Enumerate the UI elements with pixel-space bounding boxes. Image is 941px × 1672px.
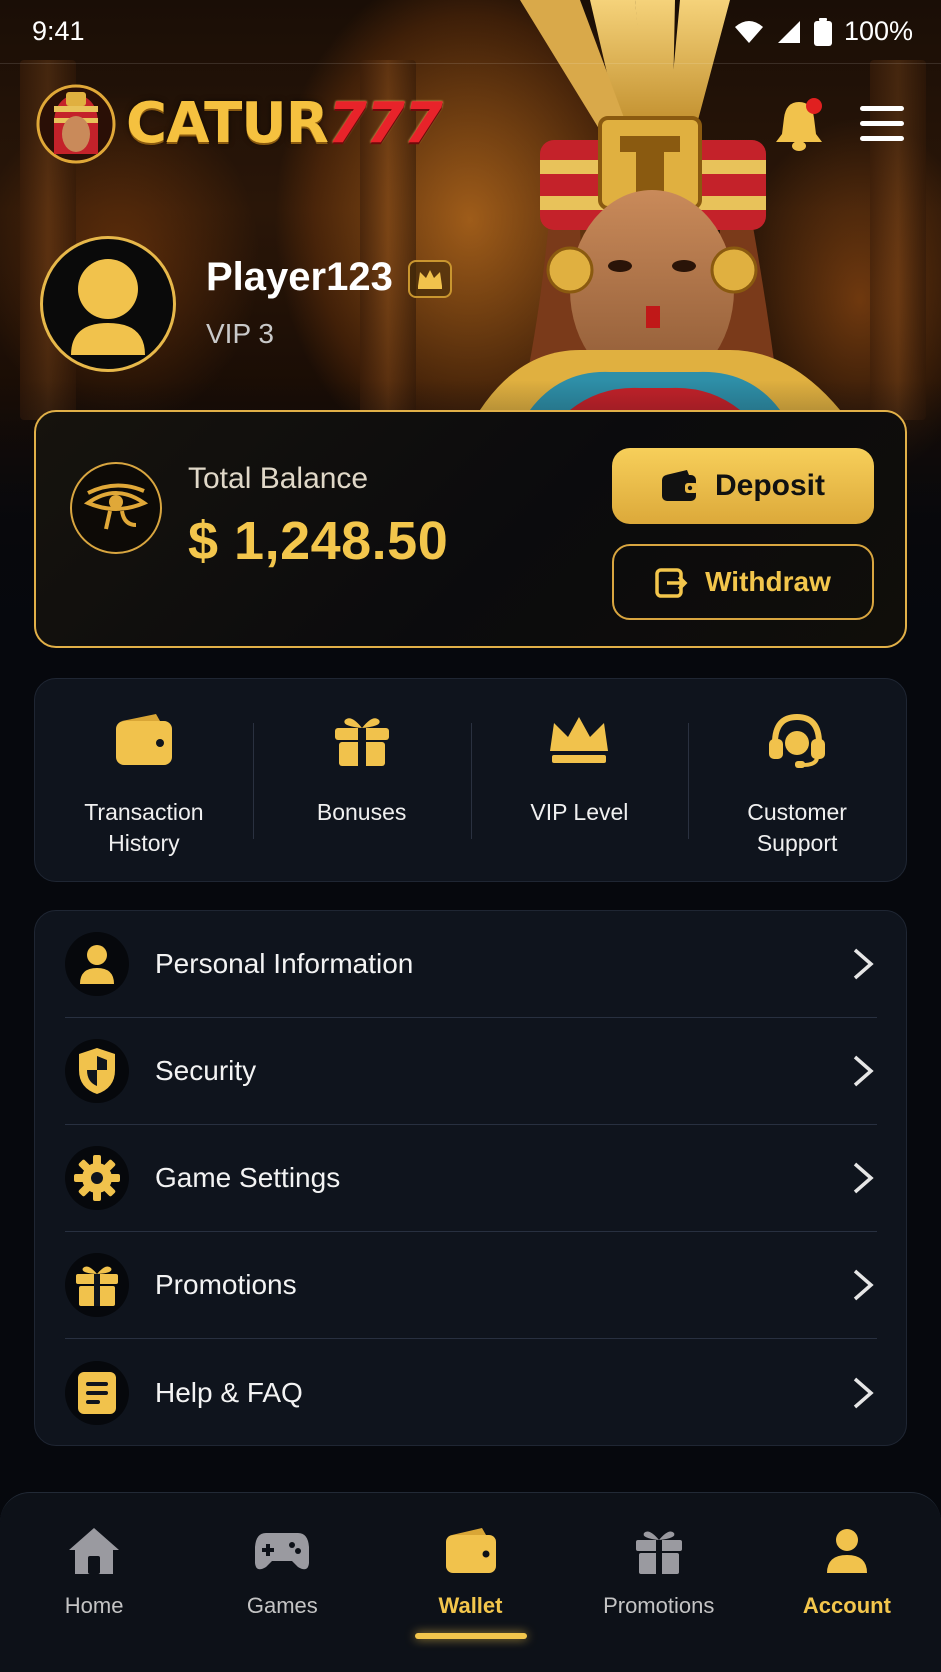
gamepad-icon <box>252 1523 312 1579</box>
account-menu: Personal Information Security Game Setti… <box>34 910 907 1446</box>
eye-of-horus-badge <box>70 462 162 554</box>
user-icon <box>65 932 129 996</box>
app-header: CATUR777 <box>36 84 906 174</box>
menu-line <box>860 121 904 126</box>
hamburger-menu-button[interactable] <box>860 104 908 144</box>
label-line: History <box>108 830 180 856</box>
quick-action-transaction-history[interactable]: Transaction History <box>35 679 253 881</box>
label-line: Transaction <box>84 799 204 825</box>
nav-label: Account <box>802 1593 891 1618</box>
nav-label: Games <box>246 1593 318 1618</box>
user-avatar-icon <box>71 259 145 355</box>
withdraw-button[interactable]: Withdraw <box>612 544 874 620</box>
menu-item-label: Help & FAQ <box>155 1376 303 1408</box>
quick-actions: Transaction History Bonuses VIP Level Cu… <box>34 678 907 882</box>
chevron-right-icon <box>853 1055 874 1087</box>
avatar[interactable] <box>40 236 176 372</box>
wallet-icon <box>441 1523 501 1579</box>
vip-crown-badge <box>408 260 452 298</box>
nav-label: Home <box>64 1593 124 1618</box>
nav-label: Promotions <box>603 1593 715 1618</box>
menu-item-security[interactable]: Security <box>65 1018 877 1125</box>
nav-item-wallet[interactable]: Wallet <box>376 1493 564 1672</box>
user-icon <box>817 1523 877 1579</box>
active-tab-indicator <box>414 1633 527 1639</box>
battery-icon <box>813 17 832 46</box>
chevron-right-icon <box>853 1269 874 1301</box>
quick-action-label: Transaction History <box>49 797 239 859</box>
shield-icon <box>65 1039 129 1103</box>
menu-item-promotions[interactable]: Promotions <box>65 1232 877 1339</box>
menu-item-label: Personal Information <box>155 948 414 979</box>
gift-icon <box>629 1523 689 1579</box>
nav-item-games[interactable]: Games <box>188 1493 376 1672</box>
deposit-label: Deposit <box>714 469 825 502</box>
app-logo[interactable]: CATUR777 <box>36 84 443 164</box>
nav-item-promotions[interactable]: Promotions <box>565 1493 753 1672</box>
nav-label: Wallet <box>438 1593 503 1618</box>
nav-item-home[interactable]: Home <box>0 1493 188 1672</box>
crown-icon <box>418 270 442 289</box>
home-icon <box>64 1523 124 1579</box>
headset-icon <box>766 709 828 771</box>
menu-item-label: Game Settings <box>155 1162 341 1193</box>
deposit-button[interactable]: Deposit <box>612 448 874 524</box>
logo-wordmark: CATUR777 <box>126 96 443 152</box>
signal-icon <box>777 20 800 43</box>
wallet-icon <box>113 709 175 771</box>
gift-icon <box>331 709 393 771</box>
logo-text-main: CATUR <box>126 91 329 156</box>
bottom-navigation: Home Games Wallet Promotions Account <box>0 1492 941 1672</box>
notification-dot <box>806 98 822 114</box>
quick-action-vip-level[interactable]: VIP Level <box>470 679 689 881</box>
status-time: 9:41 <box>32 16 85 46</box>
quick-action-label: Customer Support <box>702 797 892 859</box>
chevron-right-icon <box>853 1377 874 1408</box>
document-icon <box>65 1360 129 1425</box>
balance-amount: $ 1,248.50 <box>188 511 449 571</box>
quick-action-label: VIP Level <box>484 797 674 828</box>
gear-icon <box>65 1146 129 1210</box>
label-line: VIP Level <box>530 799 629 825</box>
crown-icon <box>548 709 610 771</box>
battery-percentage: 100% <box>843 16 913 46</box>
wifi-icon <box>734 20 763 43</box>
label-line: Bonuses <box>316 799 407 825</box>
menu-line <box>860 106 904 111</box>
withdraw-label: Withdraw <box>705 566 831 597</box>
logo-text-number: 777 <box>327 91 443 156</box>
balance-card: Total Balance $ 1,248.50 Deposit Withdra… <box>34 410 907 648</box>
menu-line <box>860 136 904 141</box>
eye-of-horus-icon <box>84 483 148 530</box>
nav-item-account[interactable]: Account <box>753 1493 941 1672</box>
quick-action-bonuses[interactable]: Bonuses <box>252 679 471 881</box>
menu-item-personal-information[interactable]: Personal Information <box>65 911 877 1018</box>
quick-action-label: Bonuses <box>267 797 457 828</box>
pharaoh-emblem-icon <box>36 84 116 164</box>
chevron-right-icon <box>853 1162 874 1194</box>
menu-item-label: Promotions <box>155 1269 297 1300</box>
vip-level-label: VIP 3 <box>206 318 274 349</box>
label-line: Customer <box>747 799 847 825</box>
menu-item-label: Security <box>155 1055 257 1086</box>
balance-label: Total Balance <box>188 462 369 495</box>
menu-item-game-settings[interactable]: Game Settings <box>65 1125 877 1232</box>
menu-item-help-faq[interactable]: Help & FAQ <box>65 1339 877 1446</box>
wallet-icon <box>661 470 698 501</box>
status-bar: 9:41 100% <box>0 0 941 64</box>
gift-icon <box>65 1253 129 1317</box>
label-line: Support <box>756 830 838 856</box>
withdraw-icon <box>655 568 688 598</box>
username: Player123 <box>206 255 393 299</box>
status-indicators: 100% <box>734 16 913 47</box>
quick-action-customer-support[interactable]: Customer Support <box>688 679 906 881</box>
chevron-right-icon <box>853 948 874 980</box>
